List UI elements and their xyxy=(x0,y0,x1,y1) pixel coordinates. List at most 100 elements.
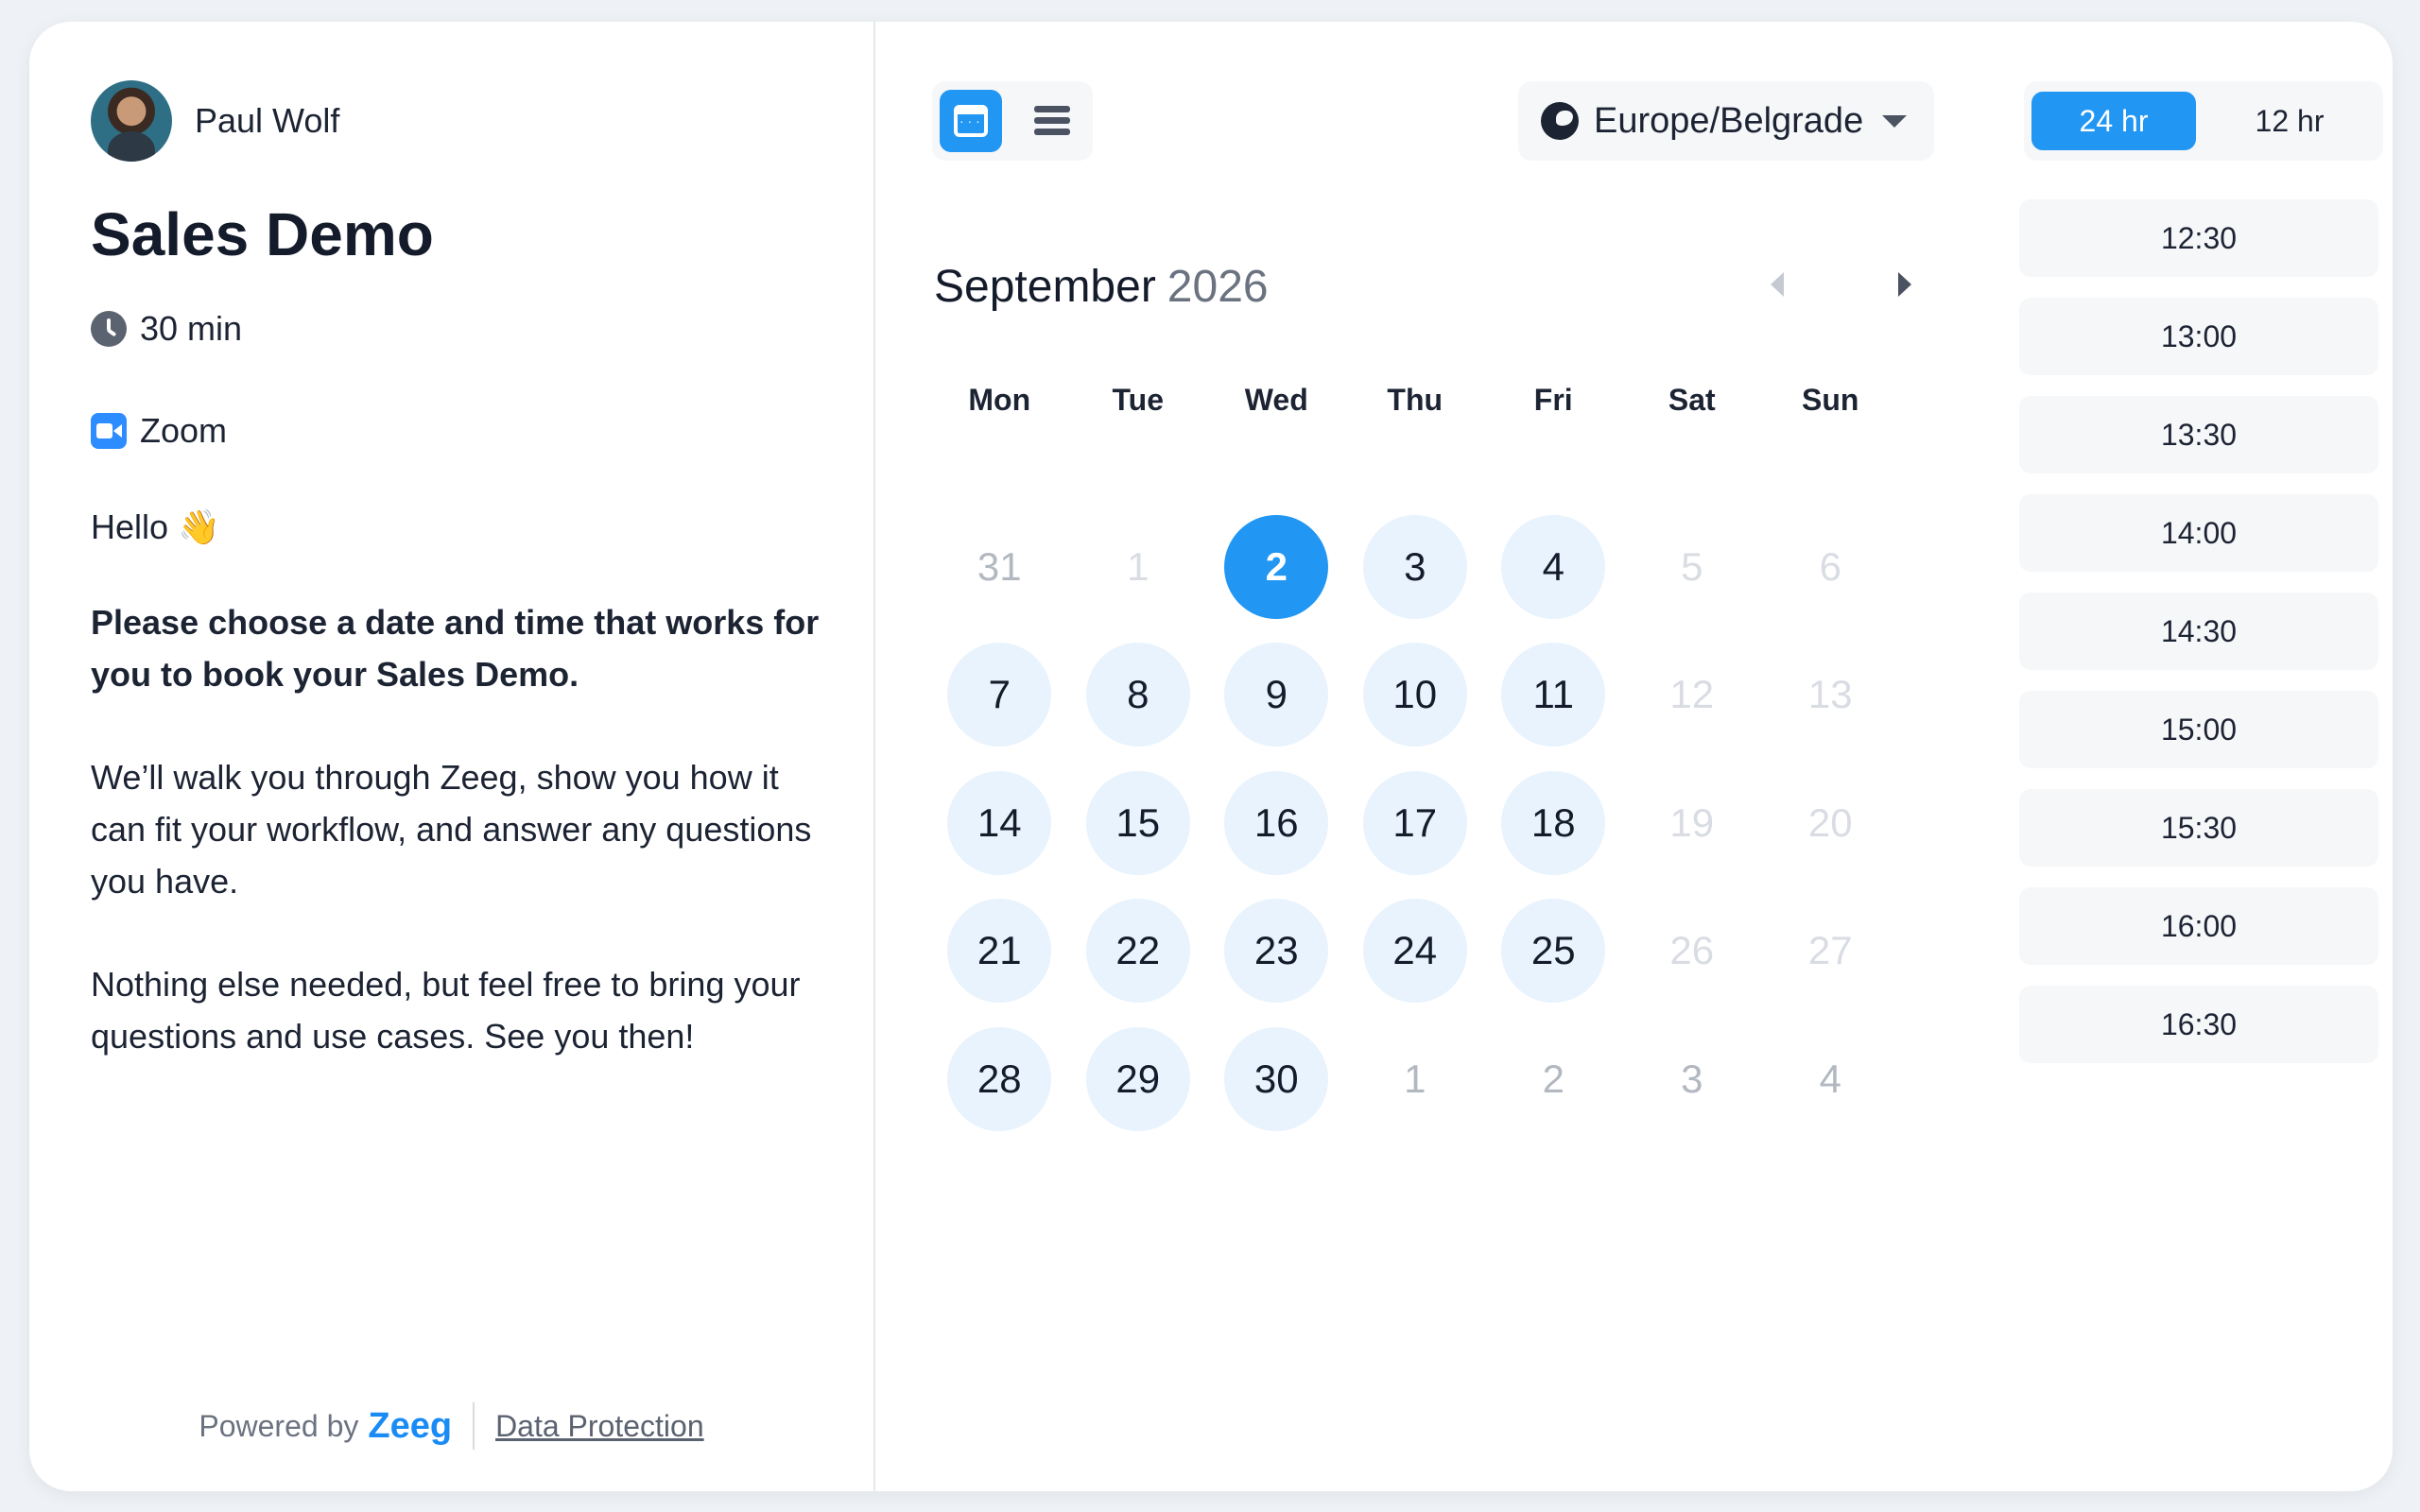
day-cell[interactable]: 21 xyxy=(930,887,1069,1016)
day-cell: 5 xyxy=(1623,503,1762,631)
day-cell: 13 xyxy=(1761,631,1900,760)
day-cell[interactable]: 9 xyxy=(1207,631,1346,760)
calendar-panel: Europe/Belgrade September 2026 Mon Tue Wed… xyxy=(875,22,1967,1491)
time-format-option[interactable]: 24 hr xyxy=(2031,92,2196,150)
timezone-select[interactable]: Europe/Belgrade xyxy=(1518,81,1934,161)
day-cell[interactable]: 15 xyxy=(1069,759,1208,887)
duration-text: 30 min xyxy=(140,309,243,348)
clock-icon xyxy=(91,311,127,347)
day-number: 31 xyxy=(977,543,1022,589)
day-cell: 1 xyxy=(1069,503,1208,631)
day-number: 3 xyxy=(1681,1056,1703,1101)
day-cell[interactable]: 10 xyxy=(1346,631,1485,760)
day-cell[interactable]: 29 xyxy=(1069,1015,1208,1143)
day-number: 20 xyxy=(1807,799,1853,845)
day-cell[interactable]: 16 xyxy=(1207,759,1346,887)
time-slot-button[interactable]: 13:00 xyxy=(2019,298,2378,375)
day-number: 2 xyxy=(1542,1056,1564,1101)
location-row: Zoom xyxy=(91,411,873,451)
booking-card: Paul Wolf Sales Demo 30 min Zoom Hello 👋… xyxy=(29,22,2393,1491)
day-number: 14 xyxy=(947,770,1052,875)
day-cell[interactable]: 11 xyxy=(1484,631,1623,760)
next-month-button[interactable] xyxy=(1898,272,1911,297)
time-slot-button[interactable]: 14:30 xyxy=(2019,593,2378,670)
location-text: Zoom xyxy=(140,411,228,450)
time-panel: 24 hr 12 hr 12:30 13:00 13:30 14:00 14:30 15:0… xyxy=(1967,22,2393,1491)
weekday-label: Thu xyxy=(1387,383,1443,417)
day-cell[interactable]: 8 xyxy=(1069,631,1208,760)
day-cell: 6 xyxy=(1761,503,1900,631)
day-cell[interactable]: 3 xyxy=(1346,503,1485,631)
weekday-label: Tue xyxy=(1112,383,1164,417)
day-cell: 12 xyxy=(1623,631,1762,760)
day-number: 18 xyxy=(1501,770,1606,875)
time-slot-button[interactable]: 15:30 xyxy=(2019,789,2378,867)
day-number: 28 xyxy=(947,1026,1052,1131)
day-number: 8 xyxy=(1085,643,1190,747)
day-cell-selected[interactable]: 2 xyxy=(1207,503,1346,631)
day-number: 26 xyxy=(1669,928,1715,973)
footer: Powered by Zeeg Data Protection xyxy=(29,1402,873,1450)
list-view-button[interactable] xyxy=(1021,90,1083,152)
time-slot-button[interactable]: 16:30 xyxy=(2019,986,2378,1063)
time-format-toggle: 24 hr 12 hr xyxy=(2024,81,2383,161)
time-slot-button[interactable]: 14:00 xyxy=(2019,494,2378,572)
time-slot-button[interactable]: 16:00 xyxy=(2019,887,2378,965)
day-number: 12 xyxy=(1669,672,1715,717)
day-cell: 3 xyxy=(1623,1015,1762,1143)
data-protection-link[interactable]: Data Protection xyxy=(495,1409,704,1444)
day-number: 23 xyxy=(1224,899,1329,1004)
day-number: 3 xyxy=(1362,514,1467,619)
day-cell[interactable]: 4 xyxy=(1484,503,1623,631)
day-cell: 27 xyxy=(1761,887,1900,1016)
day-cell[interactable]: 25 xyxy=(1484,887,1623,1016)
day-number: 24 xyxy=(1362,899,1467,1004)
year-label: 2026 xyxy=(1167,261,1269,312)
host: Paul Wolf xyxy=(91,78,873,163)
weekday-header: Mon Tue Wed Thu Fri Sat Sun xyxy=(930,383,1900,418)
time-slot-button[interactable]: 15:00 xyxy=(2019,691,2378,768)
description-paragraph-1: We’ll walk you through Zeeg, show you ho… xyxy=(91,758,812,901)
zeeg-logo-link[interactable]: Zeeg xyxy=(368,1406,452,1447)
chevron-down-icon xyxy=(1882,114,1908,128)
weekday-label: Mon xyxy=(968,383,1031,417)
weekday-label: Sun xyxy=(1802,383,1859,417)
day-number: 21 xyxy=(947,899,1052,1004)
day-number: 11 xyxy=(1501,643,1606,747)
day-number: 6 xyxy=(1819,543,1841,589)
day-number: 19 xyxy=(1669,799,1715,845)
day-cell[interactable]: 18 xyxy=(1484,759,1623,887)
duration-row: 30 min xyxy=(91,309,873,349)
day-number: 25 xyxy=(1501,899,1606,1004)
day-number: 1 xyxy=(1404,1056,1426,1101)
event-info-panel: Paul Wolf Sales Demo 30 min Zoom Hello 👋… xyxy=(29,22,875,1491)
time-slot-button[interactable]: 12:30 xyxy=(2019,199,2378,277)
description-paragraph-2: Nothing else needed, but feel free to br… xyxy=(91,965,801,1056)
day-cell[interactable]: 7 xyxy=(930,631,1069,760)
weekday-label: Wed xyxy=(1244,383,1308,417)
day-cell[interactable]: 24 xyxy=(1346,887,1485,1016)
day-cell[interactable]: 22 xyxy=(1069,887,1208,1016)
previous-month-button[interactable] xyxy=(1771,272,1784,297)
day-number: 1 xyxy=(1127,543,1150,589)
day-number: 15 xyxy=(1085,770,1190,875)
day-cell: 26 xyxy=(1623,887,1762,1016)
day-number: 30 xyxy=(1224,1026,1329,1131)
footer-divider xyxy=(473,1402,475,1450)
month-header: September 2026 xyxy=(934,253,1927,319)
day-cell[interactable]: 28 xyxy=(930,1015,1069,1143)
event-title: Sales Demo xyxy=(91,200,434,268)
powered-by-text: Powered by xyxy=(199,1408,359,1443)
day-cell[interactable]: 14 xyxy=(930,759,1069,887)
day-grid: 31 1 2 3 4 5 6 7 8 9 10 11 12 13 14 15 16 17 18 19 20 21 22 23 2… xyxy=(930,503,1900,1143)
day-number: 16 xyxy=(1224,770,1329,875)
day-cell: 20 xyxy=(1761,759,1900,887)
globe-icon xyxy=(1541,102,1579,140)
day-cell[interactable]: 23 xyxy=(1207,887,1346,1016)
day-cell: 4 xyxy=(1761,1015,1900,1143)
day-cell[interactable]: 30 xyxy=(1207,1015,1346,1143)
day-cell[interactable]: 17 xyxy=(1346,759,1485,887)
time-slot-button[interactable]: 13:30 xyxy=(2019,396,2378,473)
calendar-view-button[interactable] xyxy=(940,90,1002,152)
time-format-option[interactable]: 12 hr xyxy=(2207,92,2372,150)
